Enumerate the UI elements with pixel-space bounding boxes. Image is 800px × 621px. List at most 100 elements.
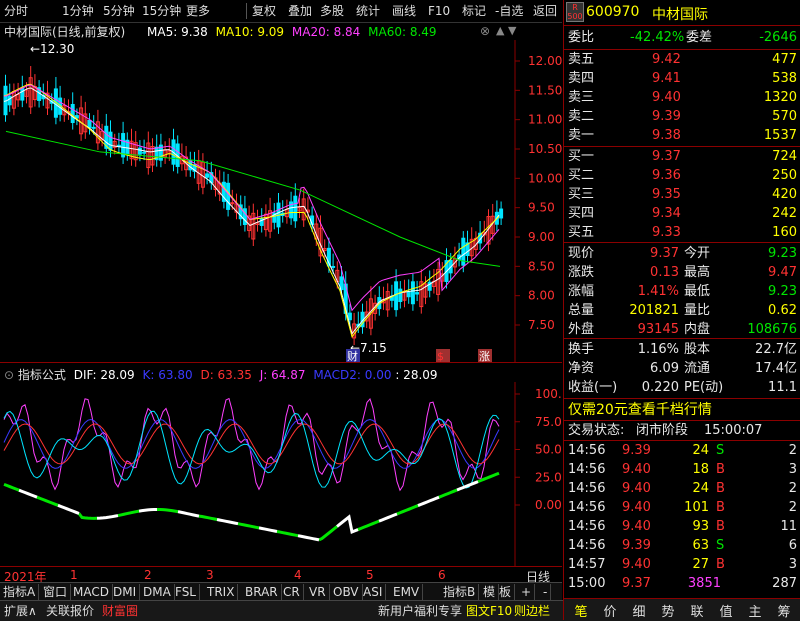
indicator-tab[interactable]: VR [306, 584, 330, 600]
bid-price: 9.36 [652, 168, 681, 183]
chart-down-icon[interactable]: ▼ [508, 24, 516, 37]
ask-label: 卖五 [568, 52, 595, 67]
candle-body [230, 202, 235, 205]
candle-body [259, 217, 264, 226]
candle-body [108, 131, 113, 151]
quote-tab[interactable]: 笔 [568, 601, 594, 620]
bid-volume: 724 [772, 149, 797, 164]
indicator-tab[interactable]: 指标A [0, 584, 40, 600]
kline-chart[interactable]: 12.00 11.50 11.00 10.50 10.00 9.50 9.00 8.50 8.0… [0, 40, 562, 362]
indicator-tab[interactable]: MACD [70, 584, 113, 600]
tick-side: B [716, 519, 725, 534]
chart-close-icon[interactable]: ⊗ [480, 24, 490, 38]
status-wealth-circle[interactable]: 财富圈 [102, 603, 138, 619]
promo-banner[interactable]: 仅需20元查看千档行情 [564, 400, 800, 420]
indicator-tab[interactable]: CR [280, 584, 304, 600]
indicator-tab[interactable]: 板 [496, 584, 516, 600]
fundamental-value: 6.09 [650, 361, 679, 376]
status-expand[interactable]: 扩展∧ [4, 603, 37, 619]
indicator-settings-icon[interactable]: ⊙ [4, 368, 14, 382]
indicator-axis-label: 50.00 [535, 443, 562, 457]
quote-tab[interactable]: 主 [742, 601, 768, 620]
status-related-quote[interactable]: 关联报价 [46, 603, 94, 619]
ma60-line [5, 130, 501, 267]
toolbar-fuquan[interactable]: 复权 [252, 3, 276, 19]
dif-label: DIF: 28.09 [73, 368, 135, 382]
ask-price: 9.40 [652, 90, 681, 105]
toolbar-1min[interactable]: 1分钟 [62, 3, 94, 19]
toolbar-fenshi[interactable]: 分时 [4, 3, 28, 19]
indicator-tab[interactable]: DMI [110, 584, 141, 600]
quote-tab[interactable]: 势 [655, 601, 681, 620]
toolbar-f10[interactable]: F10 [428, 3, 450, 19]
tick-count: 2 [788, 481, 797, 496]
indicator-chart[interactable]: 100.0 75.00 50.00 25.00 0.00 [0, 382, 562, 566]
trend-line-green [3, 471, 500, 542]
fundamental-value: 22.7亿 [755, 342, 797, 357]
ask-volume: 538 [772, 71, 797, 86]
candle-body [394, 281, 399, 311]
ask-row: 卖五 9.42 477 [564, 51, 800, 69]
j-line [3, 397, 500, 492]
indicator-tab[interactable]: 指标B [440, 584, 480, 600]
ask-label: 卖三 [568, 90, 595, 105]
stat-value: 201821 [629, 303, 679, 318]
indicator-tab[interactable]: DMA [140, 584, 175, 600]
tick-price: 9.40 [622, 481, 651, 496]
status-new-user[interactable]: 新用户福利专享 [378, 603, 462, 619]
tick-row: 14:56 9.40 93 B 11 [564, 518, 800, 536]
quote-tab[interactable]: 值 [713, 601, 739, 620]
toolbar-back[interactable]: 返回 [533, 3, 557, 19]
k-label: K: 63.80 [142, 368, 193, 382]
market-badge-bottom: 500 [567, 12, 583, 21]
toolbar-zixuan[interactable]: -自选 [495, 3, 523, 19]
ma20-line [3, 84, 500, 312]
fundamental-label: 换手 [568, 342, 595, 357]
fundamental-label: 流通 [684, 361, 711, 376]
indicator-tab[interactable]: EMV [390, 584, 424, 600]
toolbar-biaoji[interactable]: 标记 [462, 3, 486, 19]
price-axis-label: 9.00 [528, 230, 555, 244]
toolbar-huaxian[interactable]: 画线 [392, 3, 416, 19]
quote-tab[interactable]: 细 [626, 601, 652, 620]
indicator-tab[interactable]: - [540, 584, 552, 600]
toolbar-duogu[interactable]: 多股 [320, 3, 344, 19]
tick-time: 14:56 [568, 481, 606, 496]
quote-tab[interactable]: 联 [684, 601, 710, 620]
toolbar-tongji[interactable]: 统计 [356, 3, 380, 19]
indicator-tab[interactable]: + [518, 584, 536, 600]
toolbar-more[interactable]: 更多 [186, 3, 210, 19]
chart-up-icon[interactable]: ▲ [496, 24, 504, 37]
indicator-tab[interactable]: OBV [330, 584, 363, 600]
quote-tab[interactable]: 价 [597, 601, 623, 620]
ask-row: 卖二 9.39 570 [564, 108, 800, 126]
indicator-tab[interactable]: ASI [360, 584, 387, 600]
toolbar-5min[interactable]: 5分钟 [103, 3, 135, 19]
tick-volume: 101 [684, 500, 709, 515]
quote-tab[interactable]: 筹 [771, 601, 797, 620]
indicator-tab[interactable]: BRAR [242, 584, 282, 600]
indicator-tab[interactable]: FSL [172, 584, 200, 600]
tick-count: 11 [780, 519, 797, 534]
candle-body [20, 87, 25, 101]
ask-price: 9.42 [652, 52, 681, 67]
indicator-tab[interactable]: TRIX [204, 584, 239, 600]
tick-side: B [716, 500, 725, 515]
indicator-tab[interactable]: 窗口 [40, 584, 72, 600]
status-f10[interactable]: 图文F10 [466, 603, 512, 619]
ask-volume: 477 [772, 52, 797, 67]
indicator-axis-label: 100.0 [535, 387, 562, 401]
price-axis-label: 11.00 [528, 113, 562, 127]
tick-volume: 63 [692, 538, 709, 553]
tick-volume: 18 [692, 462, 709, 477]
candle-body [142, 151, 147, 154]
quote-bottom-tabs: 笔价细势联值主筹 [564, 599, 800, 620]
toolbar-diejia[interactable]: 叠加 [288, 3, 312, 19]
status-sidebar[interactable]: 则边栏 [514, 603, 550, 619]
tick-time: 14:56 [568, 462, 606, 477]
fundamental-value: 11.1 [768, 380, 797, 395]
quote-panel: R 500 600970 中材国际 委比 -42.42% 委差 -2646 卖五… [563, 0, 800, 620]
toolbar-15min[interactable]: 15分钟 [142, 3, 181, 19]
bid-price: 9.37 [652, 149, 681, 164]
stat-value: 108676 [747, 322, 797, 337]
